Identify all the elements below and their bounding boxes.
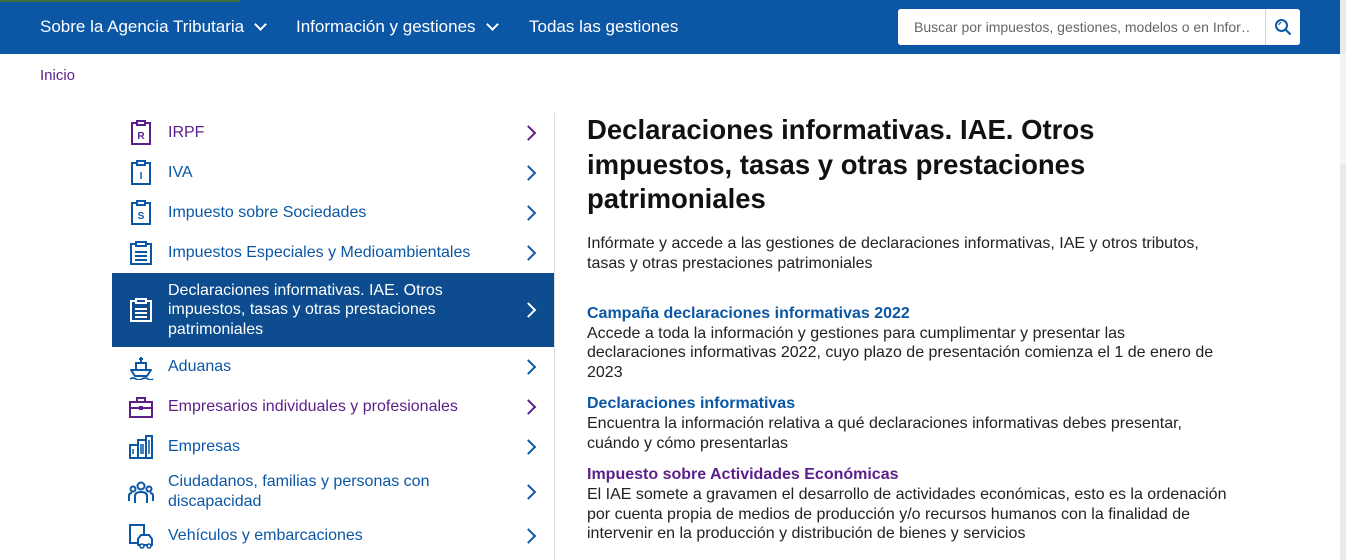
sidebar-item-aduanas[interactable]: Aduanas xyxy=(112,347,554,387)
sidebar-item-label: Vehículos y embarcaciones xyxy=(168,527,363,545)
irpf-document-icon: R xyxy=(131,120,151,145)
chevron-down-icon xyxy=(485,18,499,31)
sidebar-item-declaraciones-active[interactable]: Declaraciones informativas. IAE. Otros i… xyxy=(112,273,554,347)
intro-text: Infórmate y accede a las gestiones de de… xyxy=(587,234,1199,272)
nav-informacion-gestiones[interactable]: Información y gestiones xyxy=(296,17,499,37)
sidebar-item-empresarios[interactable]: Empresarios individuales y profesionales xyxy=(112,387,554,427)
people-icon xyxy=(128,481,154,503)
svg-text:I: I xyxy=(140,171,143,182)
sidebar-item-label: IRPF xyxy=(168,124,205,142)
sidebar-item-label: Ciudadanos, familias y personas con disc… xyxy=(168,473,430,510)
sidebar-item-especiales[interactable]: Impuestos Especiales y Medioambientales xyxy=(112,233,554,273)
buildings-icon xyxy=(129,435,153,459)
nav-sobre-agencia[interactable]: Sobre la Agencia Tributaria xyxy=(40,17,267,37)
sidebar-item-sociedades[interactable]: S Impuesto sobre Sociedades xyxy=(112,193,554,233)
sidebar-item-vehiculos[interactable]: Vehículos y embarcaciones xyxy=(112,516,554,556)
block-link-declaraciones[interactable]: Declaraciones informativas xyxy=(587,394,1227,414)
sociedades-document-icon: S xyxy=(131,200,151,225)
svg-text:S: S xyxy=(138,211,145,222)
breadcrumb-home-link[interactable]: Inicio xyxy=(40,67,75,84)
clipboard-icon xyxy=(130,241,152,265)
search-box xyxy=(898,9,1300,45)
nav-label: Información y gestiones xyxy=(296,17,476,36)
clipboard-icon xyxy=(130,298,152,322)
nav-label: Todas las gestiones xyxy=(529,17,679,36)
sidebar-item-label: Impuestos Especiales y Medioambientales xyxy=(168,244,471,262)
content-block: Campaña declaraciones informativas 2022 … xyxy=(587,304,1227,383)
page-title: Declaraciones informativas. IAE. Otros i… xyxy=(587,114,1095,214)
block-link-campana[interactable]: Campaña declaraciones informativas 2022 xyxy=(587,304,1227,324)
scrollbar-thumb[interactable] xyxy=(1340,54,1346,164)
sidebar-item-label: IVA xyxy=(168,164,193,182)
top-accent-stripe xyxy=(0,0,240,2)
sidebar-item-ciudadanos[interactable]: Ciudadanos, familias y personas con disc… xyxy=(112,467,554,516)
search-button[interactable] xyxy=(1265,9,1300,45)
sidebar-item-iva[interactable]: I IVA xyxy=(112,153,554,193)
sidebar-item-irpf[interactable]: R IRPF xyxy=(112,113,554,153)
briefcase-icon xyxy=(129,397,153,418)
chevron-down-icon xyxy=(254,18,267,31)
block-link-iae[interactable]: Impuesto sobre Actividades Económicas xyxy=(587,465,1227,485)
sidebar-divider xyxy=(554,113,555,560)
sidebar-item-label: Empresarios individuales y profesionales xyxy=(168,398,458,416)
sidebar-item-label: Declaraciones informativas. IAE. Otros i… xyxy=(168,281,443,338)
main-content: Declaraciones informativas. IAE. Otros i… xyxy=(587,113,1227,544)
top-navigation-bar: Sobre la Agencia Tributaria Información … xyxy=(0,0,1340,54)
block-description: Accede a toda la información y gestiones… xyxy=(587,324,1214,381)
sidebar-item-empresas[interactable]: Empresas xyxy=(112,427,554,467)
iva-document-icon: I xyxy=(131,160,151,185)
nav-label: Sobre la Agencia Tributaria xyxy=(40,17,245,36)
svg-text:R: R xyxy=(137,131,145,142)
sidebar-menu: R IRPF I IVA S Impuesto sobre Sociedades… xyxy=(112,113,554,556)
sidebar-item-label: Empresas xyxy=(168,438,241,456)
vehicle-document-icon xyxy=(129,524,153,549)
ship-icon xyxy=(129,357,154,380)
content-block: Declaraciones informativas Encuentra la … xyxy=(587,394,1227,453)
sidebar-item-label: Impuesto sobre Sociedades xyxy=(168,204,367,222)
page-scrollbar[interactable] xyxy=(1340,0,1346,560)
search-icon xyxy=(1275,19,1291,35)
content-block: Impuesto sobre Actividades Económicas El… xyxy=(587,465,1227,544)
nav-todas-gestiones[interactable]: Todas las gestiones xyxy=(529,17,678,37)
sidebar-item-label: Aduanas xyxy=(168,358,232,376)
block-description: El IAE somete a gravamen el desarrollo d… xyxy=(587,486,1227,542)
search-input[interactable] xyxy=(898,9,1265,45)
block-description: Encuentra la información relativa a qué … xyxy=(587,415,1182,452)
